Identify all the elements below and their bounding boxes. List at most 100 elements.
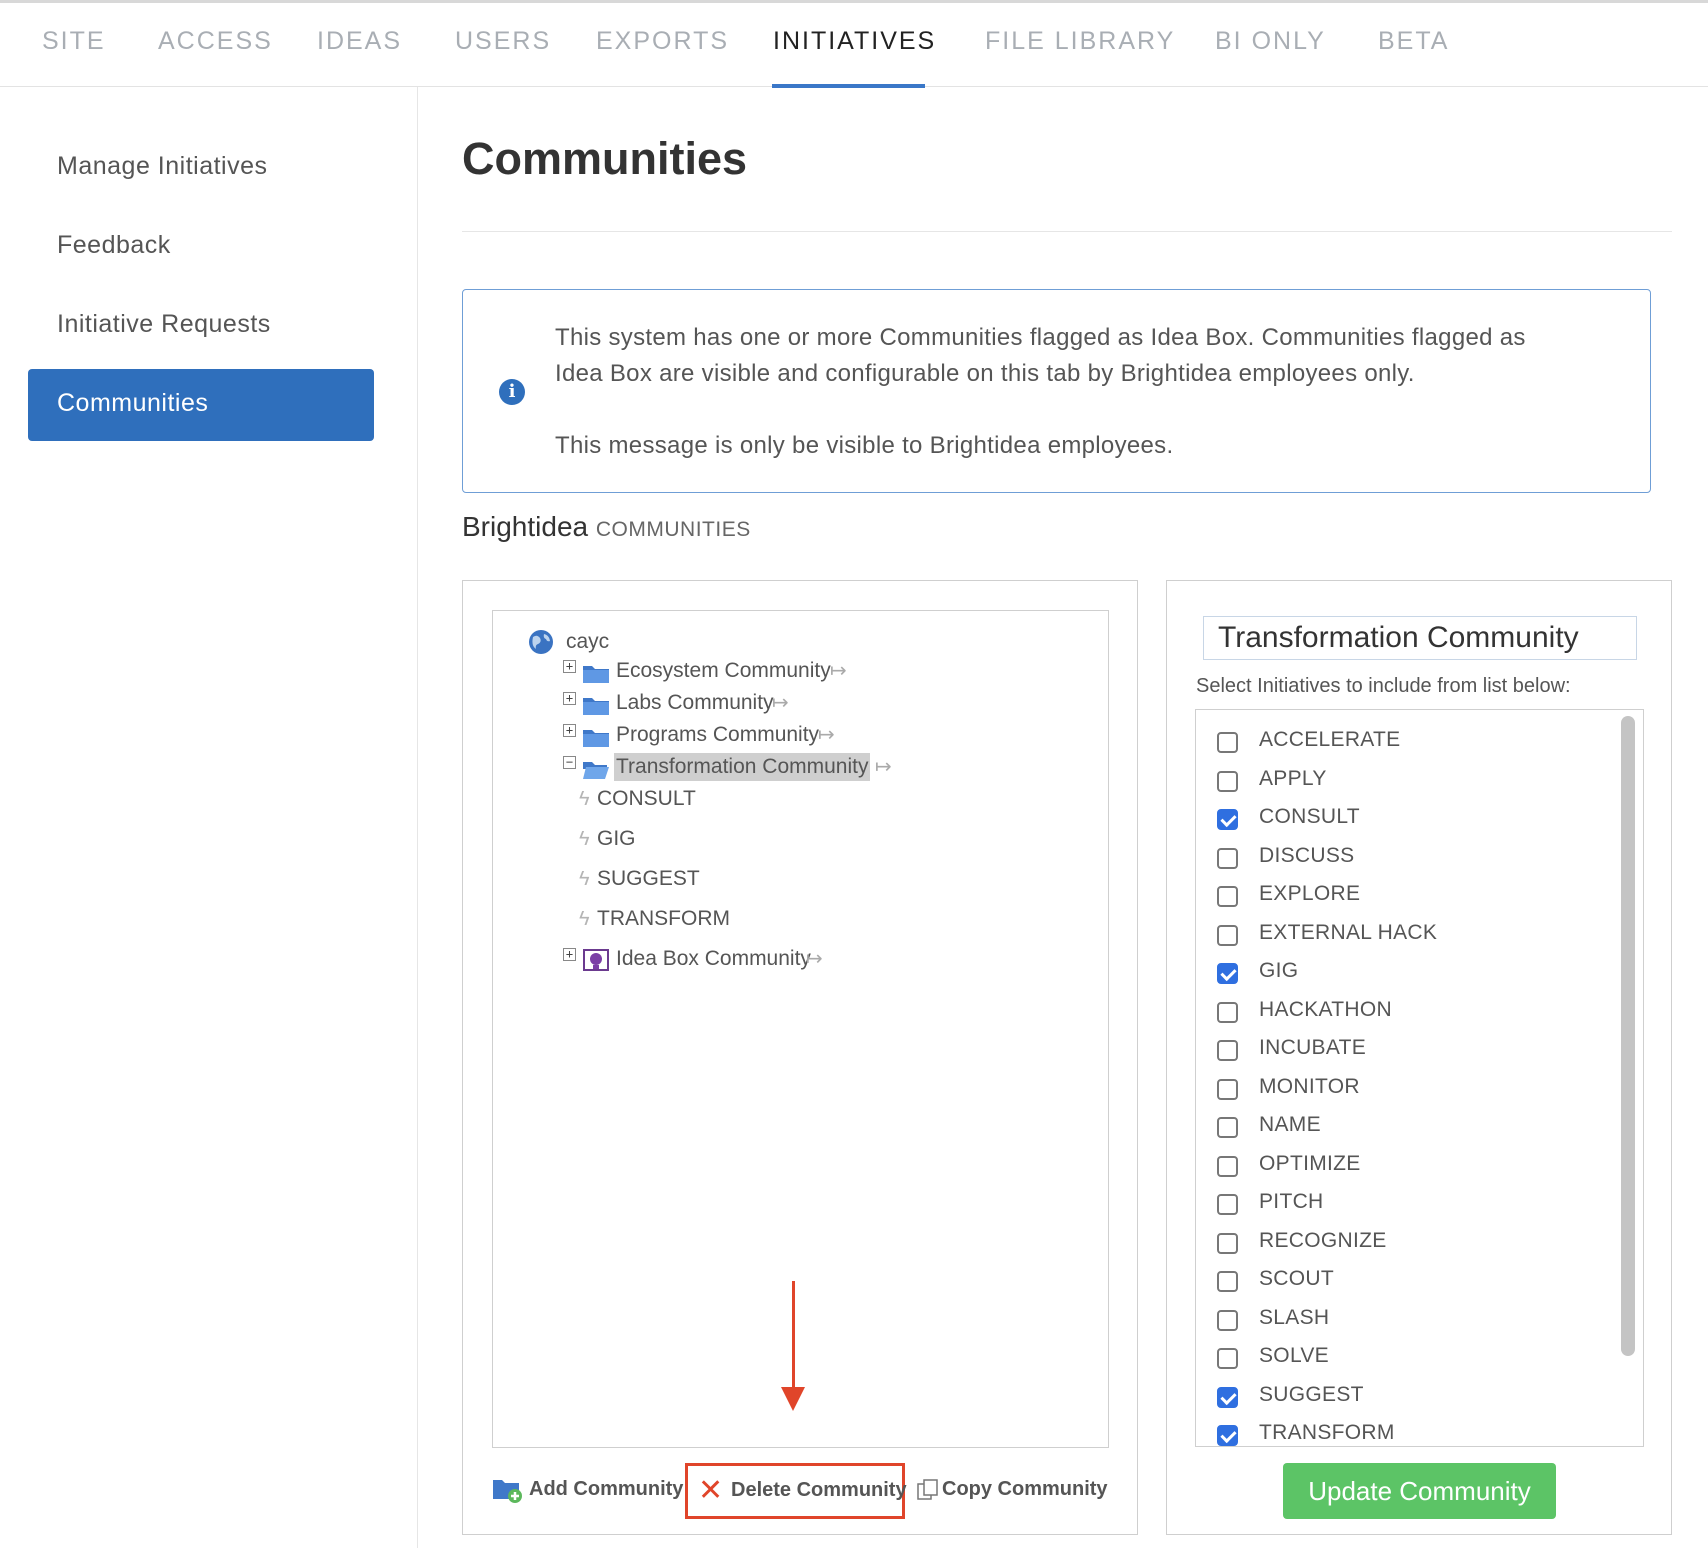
initiative-label: APPLY [1259, 766, 1327, 790]
initiative-label: PITCH [1259, 1190, 1324, 1213]
share-icon[interactable]: ↦ [818, 721, 835, 749]
tree-initiative-consult[interactable]: ϟ CONSULT [579, 785, 696, 813]
sidebar: Manage Initiatives Feedback Initiative R… [0, 87, 418, 1548]
initiative-label: SCOUT [1259, 1267, 1334, 1290]
tab-access[interactable]: ACCESS [158, 27, 273, 56]
add-community-label: Add Community [529, 1478, 684, 1500]
tree-item-label: Ecosystem Community [616, 659, 831, 682]
initiative-checkbox[interactable] [1217, 1117, 1238, 1138]
tree-item-label: Programs Community [616, 723, 820, 746]
tab-ideas[interactable]: IDEAS [317, 27, 402, 56]
delete-community-label: Delete Community [731, 1479, 907, 1501]
initiative-checkbox[interactable] [1217, 847, 1238, 869]
sidebar-item-label: Communities [57, 389, 209, 417]
folder-icon [583, 666, 609, 683]
lightning-icon: ϟ [579, 788, 590, 810]
initiative-checkbox[interactable] [1217, 732, 1238, 753]
sidebar-item-initiative-requests[interactable]: Initiative Requests [57, 310, 271, 339]
sidebar-item-feedback[interactable]: Feedback [57, 231, 171, 260]
initiative-checkbox[interactable] [1217, 924, 1238, 946]
info-text-line-2: Idea Box are visible and configurable on… [555, 360, 1415, 387]
initiative-label: SLASH [1259, 1305, 1330, 1329]
initiative-checkbox[interactable] [1217, 1155, 1238, 1177]
tree-initiative-label: CONSULT [597, 787, 696, 810]
title-divider [462, 231, 1672, 232]
annotation-arrow-head [781, 1387, 805, 1411]
tab-file-library[interactable]: FILE LIBRARY [985, 27, 1175, 56]
tab-beta[interactable]: BETA [1378, 27, 1449, 56]
initiative-checkbox[interactable] [1217, 1386, 1238, 1408]
section-brand: Brightidea [462, 511, 589, 542]
initiative-label: ACCELERATE [1259, 728, 1401, 751]
initiative-checkbox[interactable] [1217, 1040, 1238, 1061]
initiatives-list[interactable]: ACCELERATE APPLY CONSULT DISCUSS EXPLORE EXTE… [1195, 709, 1644, 1447]
tab-site[interactable]: SITE [42, 27, 106, 56]
sidebar-item-communities[interactable]: Communities [28, 369, 374, 441]
lightning-icon: ϟ [579, 868, 590, 890]
tab-users[interactable]: USERS [455, 27, 551, 56]
collapse-icon[interactable]: − [563, 756, 576, 769]
initiative-checkbox[interactable] [1217, 1232, 1238, 1254]
initiative-checkbox[interactable] [1217, 886, 1238, 907]
delete-community-button[interactable]: ✕ Delete Community [685, 1463, 907, 1519]
tree-initiative-suggest[interactable]: ϟ SUGGEST [579, 865, 700, 893]
open-folder-icon [583, 762, 609, 779]
info-text-line-3: This message is only be visible to Brigh… [555, 432, 1174, 459]
tab-exports[interactable]: EXPORTS [596, 27, 729, 56]
share-icon[interactable]: ↦ [772, 689, 789, 717]
folder-icon [583, 730, 609, 747]
community-tree-panel: cayc + Ecosystem Community ↦ + Labs Comm… [462, 580, 1138, 1535]
share-icon[interactable]: ↦ [830, 657, 847, 685]
initiative-checkbox[interactable] [1217, 770, 1238, 792]
initiative-checkbox[interactable] [1217, 1078, 1238, 1100]
select-hint: Select Initiatives to include from list … [1196, 675, 1571, 697]
copy-community-label: Copy Community [942, 1478, 1108, 1500]
expand-icon[interactable]: + [563, 724, 576, 737]
initiative-checkbox[interactable] [1217, 1271, 1238, 1292]
share-icon[interactable]: ↦ [875, 753, 892, 781]
tree-initiative-transform[interactable]: ϟ TRANSFORM [579, 905, 730, 933]
expand-icon[interactable]: + [563, 948, 576, 961]
tree-initiative-label: TRANSFORM [597, 907, 730, 930]
share-icon[interactable]: ↦ [806, 945, 823, 973]
tree-initiative-gig[interactable]: ϟ GIG [579, 825, 636, 853]
info-icon: i [499, 379, 525, 405]
community-name-field[interactable]: Transformation Community [1203, 616, 1637, 660]
tab-initiatives[interactable]: INITIATIVES [773, 27, 936, 56]
initiative-checkbox[interactable] [1217, 1309, 1238, 1331]
initiative-checkbox[interactable] [1217, 1348, 1238, 1369]
initiative-checkbox[interactable] [1217, 809, 1238, 830]
tree-item-label: Transformation Community [614, 753, 871, 781]
lightning-icon: ϟ [579, 828, 590, 850]
idea-box-icon [583, 949, 609, 971]
initiative-checkbox[interactable] [1217, 1001, 1238, 1023]
delete-icon: ✕ [698, 1473, 724, 1508]
globe-icon [529, 630, 553, 654]
folder-icon [583, 698, 609, 715]
initiative-label: DISCUSS [1259, 843, 1355, 867]
sidebar-item-manage-initiatives[interactable]: Manage Initiatives [57, 152, 268, 181]
initiative-checkbox[interactable] [1217, 963, 1238, 984]
top-navigation: SITE ACCESS IDEAS USERS EXPORTS INITIATI… [0, 0, 1708, 88]
initiative-label: EXPLORE [1259, 882, 1361, 905]
list-scrollbar[interactable] [1621, 716, 1635, 1356]
tab-bi-only[interactable]: BI ONLY [1215, 27, 1326, 56]
tree-initiative-label: GIG [597, 827, 636, 850]
page-title: Communities [462, 133, 748, 184]
initiative-label: CONSULT [1259, 805, 1360, 828]
expand-icon[interactable]: + [563, 660, 576, 673]
initiative-label: INCUBATE [1259, 1036, 1367, 1059]
tree-item-label: Idea Box Community [616, 947, 811, 970]
initiative-label: SOLVE [1259, 1344, 1329, 1367]
add-folder-icon [493, 1480, 522, 1503]
initiative-checkbox[interactable] [1217, 1425, 1238, 1446]
expand-icon[interactable]: + [563, 692, 576, 705]
community-tree: cayc + Ecosystem Community ↦ + Labs Comm… [492, 610, 1109, 1448]
initiative-checkbox[interactable] [1217, 1194, 1238, 1215]
update-community-button[interactable]: Update Community [1283, 1463, 1556, 1519]
community-detail-panel: Transformation Community Select Initiati… [1166, 580, 1672, 1535]
section-label: COMMUNITIES [595, 518, 751, 541]
tree-root-label: cayc [566, 630, 610, 653]
info-message: i This system has one or more Communitie… [462, 289, 1651, 493]
section-title: Brightidea COMMUNITIES [462, 511, 751, 543]
